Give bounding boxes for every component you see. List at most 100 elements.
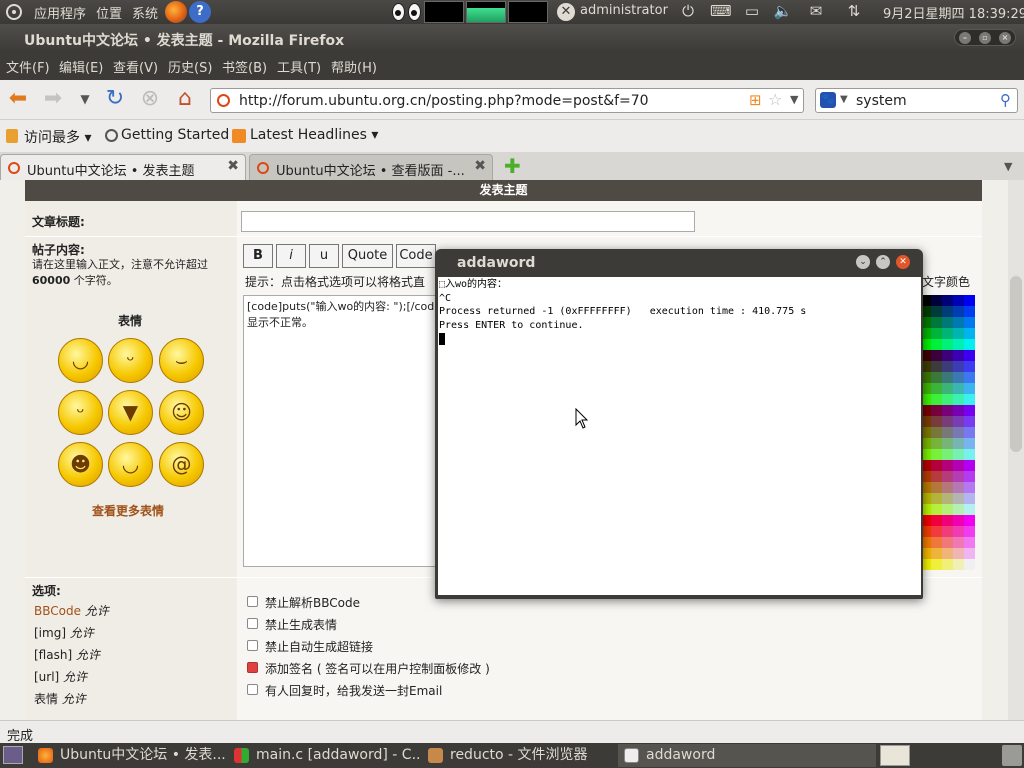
- palette-swatch[interactable]: [942, 317, 953, 328]
- color-palette[interactable]: [920, 295, 976, 575]
- close-icon[interactable]: ✕: [896, 255, 910, 269]
- palette-swatch[interactable]: [953, 449, 964, 460]
- palette-swatch[interactable]: [931, 394, 942, 405]
- palette-swatch[interactable]: [931, 460, 942, 471]
- task-codeblocks[interactable]: main.c [addaword] - C...: [228, 744, 420, 767]
- terminal-dialog[interactable]: addaword ⌄ ⌃ ✕ ⬚入wo的内容： ^C Process returne…: [435, 249, 923, 599]
- menu-tools[interactable]: 工具(T): [277, 57, 321, 76]
- close-icon[interactable]: ×: [999, 32, 1011, 44]
- tab-list-icon[interactable]: ▼: [1004, 160, 1012, 173]
- palette-swatch[interactable]: [942, 339, 953, 350]
- palette-swatch[interactable]: [953, 438, 964, 449]
- palette-swatch[interactable]: [953, 361, 964, 372]
- palette-swatch[interactable]: [953, 548, 964, 559]
- engine-dropdown-icon[interactable]: ▼: [840, 94, 848, 105]
- trash-icon[interactable]: [1002, 745, 1022, 766]
- system-menu[interactable]: 系统: [132, 3, 158, 22]
- search-engine-icon[interactable]: 🐾: [820, 92, 836, 108]
- menu-help[interactable]: 帮助(H): [331, 57, 377, 76]
- tab-view-forum[interactable]: Ubuntu中文论坛 • 查看版面 -... ✖: [249, 154, 493, 180]
- palette-swatch[interactable]: [942, 427, 953, 438]
- palette-swatch[interactable]: [964, 339, 975, 350]
- palette-swatch[interactable]: [964, 471, 975, 482]
- disable-smilies-checkbox[interactable]: [247, 618, 258, 629]
- palette-swatch[interactable]: [931, 416, 942, 427]
- bold-button[interactable]: B: [243, 244, 273, 268]
- palette-swatch[interactable]: [953, 372, 964, 383]
- palette-swatch[interactable]: [942, 416, 953, 427]
- palette-swatch[interactable]: [964, 449, 975, 460]
- palette-swatch[interactable]: [964, 295, 975, 306]
- palette-swatch[interactable]: [964, 328, 975, 339]
- history-dropdown-icon[interactable]: ▼: [72, 88, 98, 112]
- task-firefox[interactable]: Ubuntu中文论坛 • 发表...: [32, 744, 226, 767]
- user-name[interactable]: administrator: [580, 3, 668, 18]
- minimize-icon[interactable]: ⌄: [856, 255, 870, 269]
- italic-button[interactable]: i: [276, 244, 306, 268]
- palette-swatch[interactable]: [931, 438, 942, 449]
- palette-swatch[interactable]: [931, 361, 942, 372]
- palette-swatch[interactable]: [953, 416, 964, 427]
- palette-swatch[interactable]: [964, 405, 975, 416]
- clock[interactable]: 9月2日星期四 18:39:29: [883, 3, 1024, 22]
- menu-view[interactable]: 查看(V): [113, 57, 158, 76]
- palette-swatch[interactable]: [942, 350, 953, 361]
- help-icon[interactable]: ?: [189, 1, 211, 23]
- attach-signature-checkbox[interactable]: [247, 662, 258, 673]
- palette-swatch[interactable]: [931, 537, 942, 548]
- mail-icon[interactable]: ✉: [806, 2, 826, 20]
- palette-swatch[interactable]: [964, 482, 975, 493]
- close-tab-icon[interactable]: ✖: [227, 158, 239, 174]
- palette-swatch[interactable]: [964, 559, 975, 570]
- quote-button[interactable]: Quote: [342, 244, 393, 268]
- palette-swatch[interactable]: [942, 361, 953, 372]
- url-dropdown-icon[interactable]: ▼: [790, 93, 798, 106]
- page-scrollbar[interactable]: [1008, 180, 1024, 720]
- display-icon[interactable]: ▭: [742, 2, 762, 20]
- palette-swatch[interactable]: [953, 482, 964, 493]
- menu-file[interactable]: 文件(F): [6, 57, 50, 76]
- palette-swatch[interactable]: [964, 438, 975, 449]
- applications-menu[interactable]: 应用程序: [34, 3, 86, 22]
- palette-swatch[interactable]: [931, 504, 942, 515]
- palette-swatch[interactable]: [931, 328, 942, 339]
- palette-swatch[interactable]: [953, 471, 964, 482]
- palette-swatch[interactable]: [931, 548, 942, 559]
- smiley-sweat-icon[interactable]: ☺: [159, 390, 204, 435]
- palette-swatch[interactable]: [953, 350, 964, 361]
- ubuntu-logo-icon[interactable]: [6, 4, 22, 20]
- palette-swatch[interactable]: [931, 449, 942, 460]
- palette-swatch[interactable]: [964, 493, 975, 504]
- palette-swatch[interactable]: [964, 383, 975, 394]
- palette-swatch[interactable]: [931, 383, 942, 394]
- palette-swatch[interactable]: [964, 361, 975, 372]
- palette-swatch[interactable]: [942, 449, 953, 460]
- maximize-icon[interactable]: ▫: [979, 32, 991, 44]
- star-icon[interactable]: ☆: [768, 90, 782, 109]
- palette-swatch[interactable]: [964, 548, 975, 559]
- user-status-icon[interactable]: ✕: [557, 3, 575, 21]
- palette-swatch[interactable]: [942, 537, 953, 548]
- minimize-icon[interactable]: –: [959, 32, 971, 44]
- scrollbar-thumb[interactable]: [1010, 276, 1022, 452]
- bookmark-getting-started[interactable]: Getting Started: [121, 127, 229, 143]
- palette-swatch[interactable]: [931, 317, 942, 328]
- stop-icon[interactable]: ⊗: [137, 88, 163, 112]
- places-menu[interactable]: 位置: [96, 3, 122, 22]
- palette-swatch[interactable]: [942, 559, 953, 570]
- palette-swatch[interactable]: [942, 548, 953, 559]
- palette-swatch[interactable]: [953, 515, 964, 526]
- forward-icon[interactable]: ➡: [40, 88, 66, 112]
- new-tab-icon[interactable]: ✚: [504, 154, 521, 178]
- url-text[interactable]: http://forum.ubuntu.org.cn/posting.php?m…: [239, 93, 649, 109]
- task-file-browser[interactable]: reducto - 文件浏览器: [422, 744, 616, 767]
- palette-swatch[interactable]: [964, 515, 975, 526]
- palette-swatch[interactable]: [964, 416, 975, 427]
- palette-swatch[interactable]: [953, 427, 964, 438]
- palette-swatch[interactable]: [931, 306, 942, 317]
- palette-swatch[interactable]: [953, 526, 964, 537]
- search-icon[interactable]: ⚲: [1000, 91, 1011, 109]
- search-input[interactable]: system: [856, 93, 907, 109]
- smiley-giggle-icon[interactable]: ᵕ: [58, 390, 103, 435]
- palette-swatch[interactable]: [942, 383, 953, 394]
